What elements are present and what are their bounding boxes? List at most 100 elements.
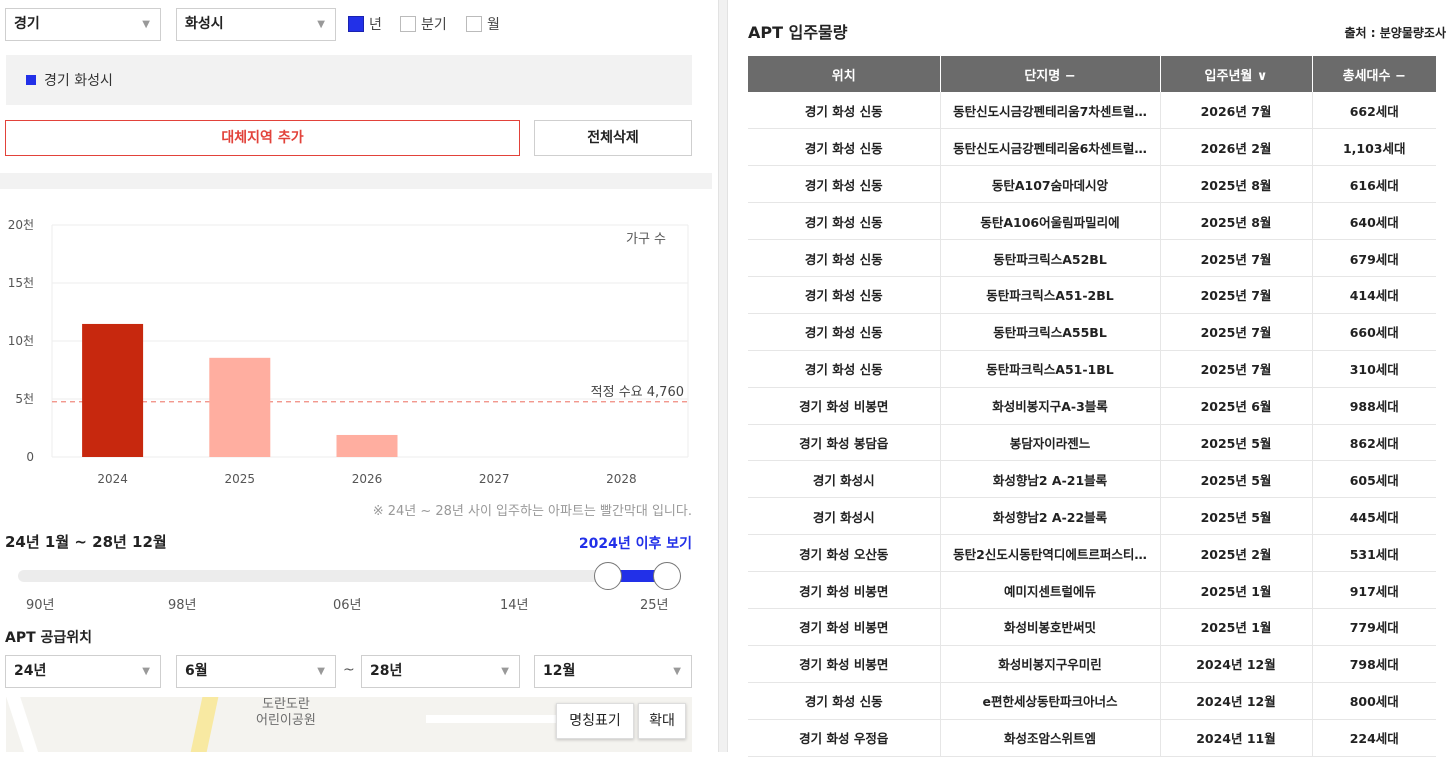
table-cell: 동탄신도시금강펜테리움7차센트럴…: [940, 92, 1161, 130]
column-header[interactable]: 입주년월 ∨: [1160, 56, 1313, 92]
table-row[interactable]: 경기 화성 신동 동탄파크릭스A51-2BL 2025년 7월 414세대: [748, 276, 1436, 314]
slider-tick-label: 25년: [640, 598, 669, 613]
table-cell: 2024년 12월: [1160, 645, 1313, 683]
slider-tick-label: 06년: [333, 598, 362, 613]
slider-tick-label: 14년: [500, 598, 529, 613]
table-row[interactable]: 경기 화성 신동 동탄파크릭스A51-1BL 2025년 7월 310세대: [748, 350, 1436, 388]
table-cell: 310세대: [1312, 350, 1436, 388]
range-title: 24년 1월 ~ 28년 12월: [5, 533, 167, 551]
map-road: [6, 697, 40, 752]
table-row[interactable]: 경기 화성 비봉면 예미지센트럴에듀 2025년 1월 917세대: [748, 571, 1436, 609]
table-cell: 1,103세대: [1312, 128, 1436, 167]
province-value: 경기: [14, 16, 40, 32]
to-month-value: 12월: [543, 663, 576, 679]
table-cell: 경기 화성 신동: [748, 682, 941, 720]
table-cell: 917세대: [1312, 571, 1436, 609]
table-cell: 경기 화성시: [748, 497, 941, 536]
table-cell: 2025년 2월: [1160, 534, 1313, 573]
panel-divider[interactable]: [718, 0, 728, 752]
range-separator: ~: [343, 662, 355, 678]
reference-line-label: 적정 수요 4,760: [591, 385, 684, 400]
table-cell: 2026년 7월: [1160, 92, 1313, 130]
table-row[interactable]: 경기 화성시 화성향남2 A-21블록 2025년 5월 605세대: [748, 460, 1436, 499]
from-month-select[interactable]: 6월 ▼: [176, 655, 336, 688]
period-month-checkbox[interactable]: 월: [466, 14, 500, 34]
slider-end-handle[interactable]: [653, 562, 681, 590]
name-toggle-button[interactable]: 명칭표기: [556, 703, 634, 739]
x-tick-label: 2026: [352, 472, 383, 486]
table-cell: 경기 화성 신동: [748, 165, 941, 204]
map-road: [189, 697, 219, 752]
period-year-checkbox[interactable]: 년: [348, 14, 382, 34]
table-row[interactable]: 경기 화성 비봉면 화성비봉호반써밋 2025년 1월 779세대: [748, 608, 1436, 646]
right-panel: APT 입주물량 출처 : 분양물량조사 위치 단지명 − 입주년월 ∨ 총세대수 −…: [728, 0, 1448, 757]
slider-start-handle[interactable]: [594, 562, 622, 590]
view-since-2024-link[interactable]: 2024년 이후 보기: [579, 533, 692, 553]
y-tick-label: 5천: [15, 391, 34, 406]
legend-square-icon: [26, 75, 36, 85]
table-cell: 경기 화성 신동: [748, 239, 941, 277]
table-cell: 경기 화성 신동: [748, 350, 941, 388]
table-row[interactable]: 경기 화성 우정읍 화성조암스위트엠 2024년 11월 224세대: [748, 719, 1436, 757]
table-row[interactable]: 경기 화성 신동 동탄A106어울림파밀리에 2025년 8월 640세대: [748, 202, 1436, 241]
chart-note: ※ 24년 ~ 28년 사이 입주하는 아파트는 빨간막대 입니다.: [372, 504, 692, 519]
city-select[interactable]: 화성시 ▼: [176, 8, 336, 41]
table-cell: 화성비봉지구A-3블록: [940, 387, 1161, 425]
chevron-down-icon: ▼: [501, 666, 509, 677]
table-row[interactable]: 경기 화성 오산동 동탄2신도시동탄역디에트르퍼스티… 2025년 2월 531세대: [748, 534, 1436, 573]
column-header[interactable]: 단지명 −: [940, 56, 1161, 92]
table-cell: 경기 화성 봉담읍: [748, 424, 941, 462]
table-row[interactable]: 경기 화성 신동 e편한세상동탄파크아너스 2024년 12월 800세대: [748, 682, 1436, 720]
y-tick-label: 10천: [8, 333, 34, 348]
to-year-select[interactable]: 28년 ▼: [361, 655, 520, 688]
province-select[interactable]: 경기 ▼: [5, 8, 161, 41]
table-cell: 414세대: [1312, 276, 1436, 314]
table-cell: 경기 화성 신동: [748, 92, 941, 130]
table-row[interactable]: 경기 화성 신동 동탄A107숨마데시앙 2025년 8월 616세대: [748, 165, 1436, 204]
table-cell: 화성비봉지구우미린: [940, 645, 1161, 683]
table-row[interactable]: 경기 화성 신동 동탄신도시금강펜테리움7차센트럴… 2026년 7월 662세대: [748, 92, 1436, 130]
year-range-slider[interactable]: [18, 570, 678, 582]
table-cell: 2025년 7월: [1160, 239, 1313, 277]
table-row[interactable]: 경기 화성 비봉면 화성비봉지구A-3블록 2025년 6월 988세대: [748, 387, 1436, 425]
period-month-label: 월: [487, 17, 500, 33]
table-title: APT 입주물량: [748, 23, 848, 42]
table-cell: 경기 화성 신동: [748, 276, 941, 314]
table-cell: 동탄2신도시동탄역디에트르퍼스티…: [940, 534, 1161, 573]
delete-all-button[interactable]: 전체삭제: [534, 120, 692, 156]
table-cell: 경기 화성 신동: [748, 313, 941, 351]
table-row[interactable]: 경기 화성 봉담읍 봉담자이라젠느 2025년 5월 862세대: [748, 424, 1436, 462]
table-cell: 동탄파크릭스A52BL: [940, 239, 1161, 277]
bar: [336, 434, 398, 457]
table-cell: 경기 화성 비봉면: [748, 571, 941, 609]
table-row[interactable]: 경기 화성 신동 동탄파크릭스A55BL 2025년 7월 660세대: [748, 313, 1436, 351]
x-tick-label: 2028: [606, 472, 637, 486]
table-row[interactable]: 경기 화성 신동 동탄파크릭스A52BL 2025년 7월 679세대: [748, 239, 1436, 277]
zoom-button[interactable]: 확대: [638, 703, 686, 739]
table-cell: 224세대: [1312, 719, 1436, 757]
table-cell: 662세대: [1312, 92, 1436, 130]
city-value: 화성시: [185, 16, 224, 32]
add-region-button[interactable]: 대체지역 추가: [5, 120, 520, 156]
table-cell: 동탄A107숨마데시앙: [940, 165, 1161, 204]
table-row[interactable]: 경기 화성 신동 동탄신도시금강펜테리움6차센트럴… 2026년 2월 1,103세대: [748, 128, 1436, 167]
y-tick-label: 15천: [8, 275, 34, 290]
table-row[interactable]: 경기 화성 비봉면 화성비봉지구우미린 2024년 12월 798세대: [748, 645, 1436, 683]
table-cell: 경기 화성시: [748, 460, 941, 499]
period-quarter-checkbox[interactable]: 분기: [400, 14, 447, 34]
bar: [82, 323, 144, 457]
to-month-select[interactable]: 12월 ▼: [534, 655, 692, 688]
checkbox-checked-icon: [348, 16, 364, 32]
from-year-select[interactable]: 24년 ▼: [5, 655, 161, 688]
apt-occupancy-table: 위치 단지명 − 입주년월 ∨ 총세대수 − 경기 화성 신동 동탄신도시금강펜테리움7…: [748, 56, 1436, 757]
table-row[interactable]: 경기 화성시 화성향남2 A-22블록 2025년 5월 445세대: [748, 497, 1436, 536]
table-cell: 2025년 7월: [1160, 350, 1313, 388]
column-header[interactable]: 총세대수 −: [1312, 56, 1436, 92]
table-cell: 2025년 6월: [1160, 387, 1313, 425]
left-panel: 경기 ▼ 화성시 ▼ 년 분기 월 경기 화성시 대체지역 추가 전체삭제 0 5…: [0, 0, 712, 752]
table-cell: 640세대: [1312, 202, 1436, 241]
table-cell: 531세대: [1312, 534, 1436, 573]
x-tick-label: 2024: [97, 472, 128, 486]
table-cell: 2025년 8월: [1160, 202, 1313, 241]
table-cell: 2025년 7월: [1160, 276, 1313, 314]
